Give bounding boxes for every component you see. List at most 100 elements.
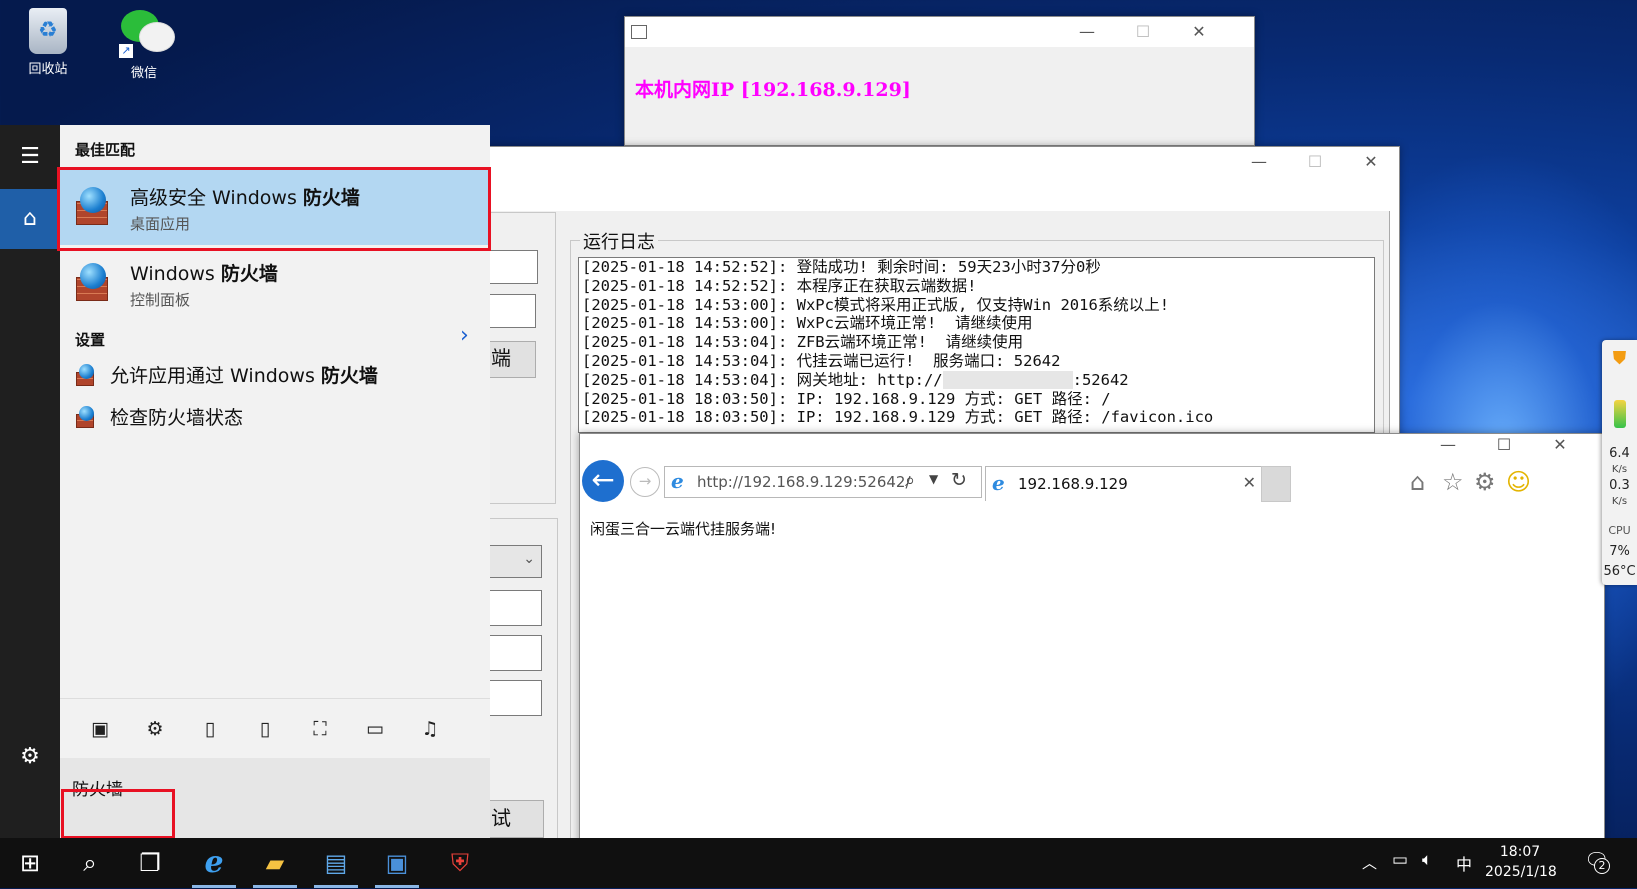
new-tab-button[interactable] [1261, 466, 1291, 502]
documents-filter-icon[interactable]: ▯ [198, 717, 222, 741]
ie-page-icon: e [671, 469, 684, 493]
log-line: [2025-01-18 18:03:50]: IP: 192.168.9.129… [582, 408, 1214, 427]
maximize-button[interactable]: ☐ [1287, 147, 1343, 177]
result-subtitle: 控制面板 [130, 291, 191, 309]
result-windows-firewall[interactable]: Windows 防火墙 控制面板 [60, 245, 490, 323]
maximize-button[interactable]: ☐ [1476, 430, 1532, 460]
log-line: [2025-01-18 14:53:04]: 代挂云端已运行! 服务端口: 52… [582, 351, 1061, 370]
chevron-up-icon[interactable]: ︿ [1362, 852, 1377, 873]
home-icon[interactable]: ⌂ [1410, 468, 1425, 496]
highlight-box-search [61, 789, 175, 839]
apps-filter-icon[interactable]: ▣ [88, 717, 112, 741]
security-shield-icon[interactable]: ⛨ [430, 838, 490, 888]
wechat-icon: ↗ [119, 8, 175, 58]
task-view-icon[interactable]: ❐ [120, 838, 180, 888]
page-content-text: 闲蛋三合一云端代挂服务端! [590, 520, 777, 538]
browser-tab[interactable]: e 192.168.9.129 ✕ [985, 466, 1263, 501]
file-explorer-icon[interactable]: ▰ [245, 838, 305, 888]
hamburger-menu-icon[interactable]: ☰ [0, 127, 60, 187]
settings-filter-icon[interactable]: ⚙ [143, 717, 167, 741]
search-icon[interactable]: ⌕ [905, 470, 915, 491]
home-icon[interactable]: ⌂ [0, 189, 60, 249]
recycle-bin-icon [29, 8, 67, 54]
close-button[interactable]: ✕ [1532, 430, 1588, 460]
web-filter-icon[interactable]: ▯ [253, 717, 277, 741]
firewall-icon [76, 364, 98, 386]
chevron-right-icon[interactable]: › [460, 323, 469, 348]
redacted-area [942, 371, 1073, 390]
back-arrow-icon[interactable]: ← [582, 460, 624, 502]
settings-gear-icon[interactable]: ⚙ [1474, 468, 1496, 496]
firewall-icon [76, 263, 114, 301]
log-line: [2025-01-18 18:03:50]: IP: 192.168.9.129… [582, 389, 1111, 408]
app-icon [631, 25, 647, 39]
photos-filter-icon[interactable]: ⛶ [308, 717, 332, 741]
shortcut-arrow-icon: ↗ [119, 44, 133, 58]
music-filter-icon[interactable]: ♫ [418, 717, 442, 741]
desktop-icon-wechat[interactable]: ↗ 微信 [104, 8, 184, 81]
close-tab-icon[interactable]: ✕ [1243, 473, 1256, 492]
log-line-gateway: [2025-01-18 14:53:04]: 网关地址: http://:526… [582, 370, 1129, 390]
settings-gear-icon[interactable]: ⚙ [0, 727, 60, 787]
taskbar-clock[interactable]: 18:07 2025/1/18 [1485, 842, 1557, 882]
minimize-button[interactable]: — [1231, 147, 1287, 177]
security-shield-icon: ⛊ [1612, 348, 1627, 369]
forward-arrow-icon[interactable]: → [630, 467, 660, 497]
highlight-box-best-match [57, 167, 491, 251]
setting-label: 检查防火墙状态 [110, 407, 244, 429]
close-button[interactable]: ✕ [1171, 17, 1227, 47]
desktop-icon-recycle-bin[interactable]: 回收站 [8, 8, 88, 77]
cpu-temperature: 56°C [1603, 564, 1636, 579]
volume-muted-icon[interactable]: 🔈︎ [1422, 850, 1432, 870]
notification-count: 2 [1594, 858, 1610, 874]
setting-label: 允许应用通过 Windows 防火墙 [110, 365, 378, 387]
run-log-textbox[interactable]: [2025-01-18 14:52:52]: 登陆成功! 剩余时间: 59天23… [578, 257, 1375, 433]
upload-speed: 6.4 [1609, 446, 1630, 461]
chevron-down-icon: ⌄ [523, 551, 535, 567]
log-line: [2025-01-18 14:53:00]: WxPc模式将采用正式版, 仅支持… [582, 295, 1170, 314]
dropdown-arrow-icon[interactable]: ▼ [929, 472, 938, 486]
download-speed: 0.3 [1609, 478, 1630, 493]
start-menu-rail: ☰ ⌂ ⚙ [0, 125, 60, 838]
feedback-smiley-icon[interactable]: ☺ [1506, 468, 1531, 496]
server-manager-icon[interactable]: ▤ [306, 838, 366, 888]
refresh-icon[interactable]: ↻ [951, 469, 967, 491]
log-line: [2025-01-18 14:53:00]: WxPc云端环境正常! 请继续使用 [582, 314, 1033, 333]
ie-tab-icon: e [992, 471, 1005, 495]
log-line: [2025-01-18 14:52:52]: 本程序正在获取云端数据! [582, 276, 977, 295]
result-title: Windows 防火墙 [130, 263, 278, 285]
favorites-star-icon[interactable]: ☆ [1442, 468, 1464, 496]
system-monitor-widget[interactable]: ⛊ 6.4 K/s 0.3 K/s CPU 7% 56°C [1602, 340, 1637, 585]
desktop-icon-label: 微信 [130, 66, 157, 81]
log-line: [2025-01-18 14:52:52]: 登陆成功! 剩余时间: 59天23… [582, 258, 1101, 276]
clock-time: 18:07 [1499, 844, 1541, 860]
app-window-icon[interactable]: ▣ [367, 838, 427, 888]
ip-window-titlebar[interactable]: — ☐ ✕ [625, 17, 1254, 47]
videos-filter-icon[interactable]: ▭ [363, 717, 387, 741]
address-text[interactable]: http://192.168.9.129:52642/ [697, 473, 911, 491]
memory-bar-icon [1614, 400, 1626, 428]
cpu-usage: 7% [1609, 544, 1630, 559]
close-button[interactable]: ✕ [1343, 147, 1399, 177]
download-unit: K/s [1611, 496, 1628, 507]
search-icon[interactable]: ⌕ [60, 838, 120, 888]
notification-center-icon[interactable]: 🗨︎2 [1584, 848, 1610, 874]
firewall-icon [76, 406, 98, 428]
address-bar[interactable]: e http://192.168.9.129:52642/ ⌕ ▼ ↻ [664, 466, 982, 498]
setting-check-firewall-status[interactable]: 检查防火墙状态 [60, 397, 490, 437]
settings-heading: 设置 [75, 331, 106, 349]
internet-explorer-icon[interactable]: e [184, 838, 244, 888]
run-log-title: 运行日志 [580, 228, 658, 254]
ime-indicator[interactable]: 中 [1456, 851, 1472, 875]
windows-start-icon[interactable]: ⊞ [0, 838, 60, 888]
setting-allow-app-firewall[interactable]: 允许应用通过 Windows 防火墙 [60, 355, 490, 395]
maximize-button[interactable]: ☐ [1115, 17, 1171, 47]
cpu-label: CPU [1608, 524, 1631, 537]
search-filter-bar: ▣ ⚙ ▯ ▯ ⛶ ▭ ♫ [60, 698, 490, 759]
clock-date: 2025/1/18 [1485, 864, 1557, 880]
network-icon[interactable]: ▭ [1392, 850, 1408, 870]
minimize-button[interactable]: — [1420, 430, 1476, 460]
tab-title: 192.168.9.129 [1018, 475, 1128, 493]
desktop-icon-label: 回收站 [28, 62, 68, 77]
minimize-button[interactable]: — [1059, 17, 1115, 47]
